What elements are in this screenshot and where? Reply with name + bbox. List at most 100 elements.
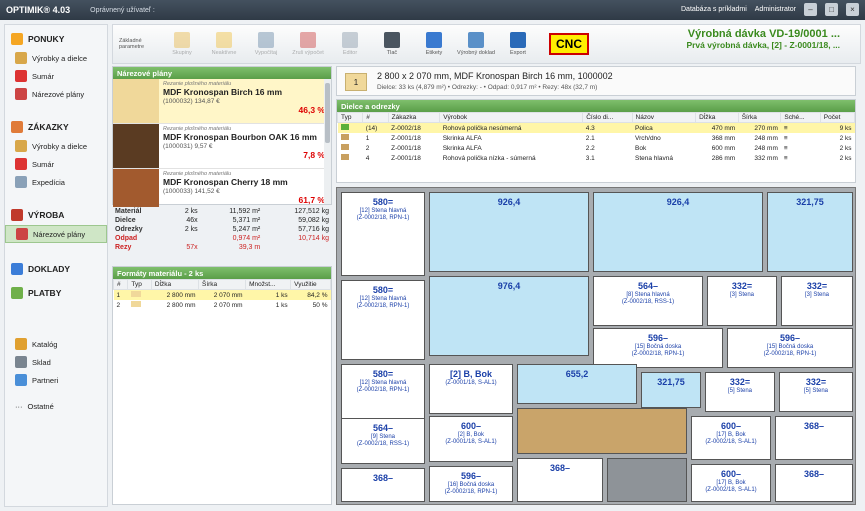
column-header[interactable]: Výrobok [439,112,584,123]
part-block[interactable]: 332= [3] Stena [707,276,777,326]
table-row[interactable]: 1 2 800 mm 2 070 mm 1 ks 84,2 % [113,289,331,300]
section-label: PLATBY [28,288,62,298]
cancel-calc-button[interactable]: Zruš výpočet [287,32,329,56]
waste-block[interactable] [517,408,687,454]
table-cell: 1 ks [275,291,288,299]
column-header[interactable]: # [112,279,129,290]
section-vyroba[interactable]: VÝROBA [5,205,107,225]
table-cell: 4.3 [585,124,595,132]
part-block[interactable]: 564– [8] Stena hlavná (Z-0002/18, RSS-1) [593,276,703,326]
part-block[interactable]: 321,75 [767,192,853,272]
column-header[interactable]: Typ [127,279,152,290]
plan-item[interactable]: Rezanie plošného materiálu MDF Kronospan … [113,124,331,169]
column-header[interactable]: Množst... [245,279,292,290]
column-header[interactable]: Dĺžka [150,279,200,290]
part-block[interactable]: 580= [12] Stena hlavná (Z-0002/18, RPN-1) [341,280,425,360]
column-header[interactable]: Sché... [780,112,821,123]
database-selector[interactable]: Databáza s príkladmi [681,6,747,13]
part-block[interactable]: 332= [3] Stena [781,276,853,326]
section-zakazky[interactable]: ZÁKAZKY [5,117,107,137]
editor-button[interactable]: Editor [329,32,371,56]
labels-button[interactable]: Etikety [413,32,455,56]
table-row[interactable]: 2 Z-0001/18 Skrinka ALFA 2.2 Bok 600 mm 248 mm… [338,143,855,153]
column-header[interactable]: Šírka [197,279,247,290]
column-header[interactable]: Číslo di... [582,112,633,123]
cutting-layout[interactable]: 580= [12] Stena hlavná (Z-0002/18, RPN-1) 9… [336,187,856,505]
table-row[interactable]: (14) Z-0002/18 Rohová polička nesúmerná 4.3… [337,122,855,133]
sidebar-item-expedition[interactable]: Expedícia [5,173,107,191]
part-block[interactable]: 332= [5] Stena [779,372,853,412]
basic-params-button[interactable]: Základné parametre [119,38,161,50]
maximize-icon[interactable]: □ [825,3,838,16]
table-row[interactable]: 2 2 800 mm 2 070 mm 1 ks 50 % [114,300,331,310]
plan-item[interactable]: Rezanie plošného materiálu MDF Kronospan … [113,79,331,124]
part-block[interactable]: 580= [12] Stena hlavná (Z-0002/18, RPN-1) [341,192,425,276]
orders-icon [11,121,23,133]
sidebar-item-order-summary[interactable]: Sumár [5,155,107,173]
part-block[interactable]: 926,4 [429,192,589,272]
column-header[interactable]: Počet [819,112,856,123]
sidebar-item-other[interactable]: ··· Ostatné [5,397,107,415]
sidebar-item-catalog[interactable]: Katalóg [5,335,107,353]
print-button[interactable]: Tlač [371,32,413,56]
close-icon[interactable]: × [846,3,859,16]
column-header[interactable]: Zákazka [387,112,441,123]
table-cell: 4 [365,154,370,162]
section-doklady[interactable]: DOKLADY [5,259,107,279]
part-block[interactable]: 368– [775,416,853,460]
cnc-button[interactable]: CNC [549,33,589,55]
part-block[interactable]: 368– [775,464,853,502]
column-header[interactable]: Šírka [737,112,782,123]
part-label: 321,75 [796,197,824,207]
stats-cell: Dielce [115,217,136,224]
part-block[interactable]: 600– [2] B, Bok (Z-0001/18, S-AL1) [429,416,513,462]
sidebar-item-order-products[interactable]: Výrobky a dielce [5,137,107,155]
production-doc-button[interactable]: Výrobný doklad [455,32,497,56]
section-ponuky[interactable]: PONUKY [5,29,107,49]
part-block[interactable]: 655,2 [517,364,637,404]
column-header[interactable]: # [362,112,389,123]
schema-icon[interactable]: ≡ [784,155,788,162]
part-block[interactable]: 596– [15] Bočná doska (Z-0002/18, RPN-1) [593,328,723,368]
button-label: Vypočítaj [254,50,278,56]
inactive-button[interactable]: Neaktívne [203,32,245,56]
part-block[interactable]: 600– [17] B, Bok (Z-0002/18, S-AL1) [691,464,771,502]
groups-button[interactable]: Skupiny [161,32,203,56]
admin-menu[interactable]: Administrator [755,6,796,13]
export-button[interactable]: Export [497,32,539,56]
part-block[interactable]: 321,75 [641,372,701,408]
sidebar-item-plans[interactable]: Nárezové plány [5,85,107,103]
plans-icon [15,88,27,100]
table-row[interactable]: 4 Z-0001/18 Rohová polička nízka - súmerná… [338,153,855,163]
part-block[interactable]: [2] B, Bok (Z-0001/18, S-AL1) [429,364,513,414]
scroll-thumb[interactable] [325,83,330,143]
part-block[interactable]: 926,4 [593,192,763,272]
column-header[interactable]: Využitie [290,279,331,290]
calculate-button[interactable]: Vypočítaj [245,32,287,56]
waste-block[interactable] [607,458,687,502]
part-block[interactable]: 976,4 [429,276,589,356]
part-block[interactable]: 596– [15] Bočná doska (Z-0002/18, RPN-1) [727,328,853,368]
minimize-icon[interactable]: – [804,3,817,16]
schema-icon[interactable]: ≡ [784,125,788,132]
sidebar-item-partners[interactable]: Partneri [5,371,107,389]
sidebar-item-products[interactable]: Výrobky a dielce [5,49,107,67]
schema-icon[interactable]: ≡ [784,145,788,152]
part-block[interactable]: 600– [17] B, Bok (Z-0002/18, S-AL1) [691,416,771,460]
part-block[interactable]: 596– [16] Bočná doska (Z-0002/18, RPN-1) [429,466,513,502]
schema-icon[interactable]: ≡ [784,135,788,142]
scrollbar[interactable] [324,79,331,204]
table-row[interactable]: 1 Z-0001/18 Skrinka ALFA 2.1 Vrch/dno 368 mm 2… [338,133,855,143]
part-block[interactable]: 564– [9] Stena (Z-0002/18, RSS-1) [341,418,425,464]
part-block[interactable]: 368– [517,458,603,502]
table-cell: 9 ks [839,124,852,132]
column-header[interactable]: Typ [336,112,364,123]
section-platby[interactable]: PLATBY [5,283,107,303]
part-block[interactable]: 368– [341,468,425,502]
column-header[interactable]: Dĺžka [695,112,739,123]
sidebar-item-summary[interactable]: Sumár [5,67,107,85]
column-header[interactable]: Názov [631,112,697,123]
part-block[interactable]: 332= [5] Stena [705,372,775,412]
sidebar-item-production-plans[interactable]: Nárezové plány [5,225,107,243]
sidebar-item-warehouse[interactable]: Sklad [5,353,107,371]
